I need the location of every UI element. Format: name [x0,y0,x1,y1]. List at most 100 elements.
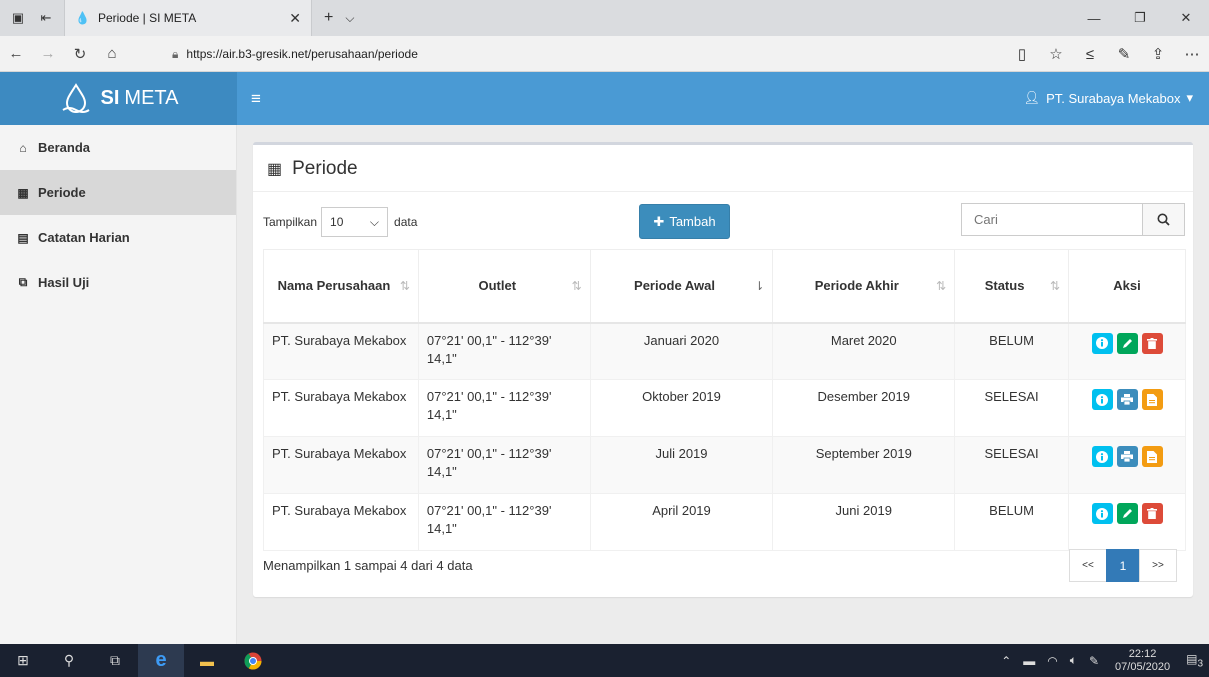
tab-close-icon[interactable]: ✕ [289,10,301,27]
length-prefix: Tampilkan [263,215,318,229]
favorite-star-icon[interactable]: ☆ [1039,45,1073,63]
search-button[interactable] [1142,203,1185,236]
pager-next[interactable]: >> [1139,549,1177,582]
address-actions: ▯ ☆ ≤ ✎ ⇪ ⋯ [1005,36,1209,72]
print-button[interactable] [1116,389,1138,410]
table-row: PT. Surabaya Mekabox 07°21' 00,1" - 112°… [263,379,1186,437]
info-button[interactable] [1091,389,1113,410]
more-icon[interactable]: ⋯ [1175,45,1209,63]
clock-time: 22:12 [1128,647,1157,660]
home-page-icon[interactable]: ⌂ [96,36,128,72]
reading-view-icon[interactable]: ▯ [1005,45,1039,63]
edit-button[interactable] [1116,503,1138,524]
table-info: Menampilkan 1 sampai 4 dari 4 data [263,558,473,573]
cell-end: Maret 2020 [772,322,956,380]
cell-actions [1068,436,1186,494]
volume-icon[interactable]: 🔈︎ [1070,653,1077,668]
cell-outlet: 07°21' 00,1" - 112°39' 14,1" [417,379,591,437]
cell-status: SELESAI [954,436,1070,494]
info-button[interactable] [1091,503,1113,524]
cell-actions [1068,379,1186,437]
pager-prev[interactable]: << [1069,549,1107,582]
col-label: Periode Akhir [814,278,899,294]
wifi-icon[interactable]: ◠ [1047,654,1057,668]
page-title-text: Periode [292,158,358,179]
user-menu[interactable]: 👤︎ PT. Surabaya Mekabox ▾ [1024,90,1193,106]
battery-icon[interactable]: ▬ [1023,654,1035,668]
new-tab-icon[interactable]: + [324,9,333,27]
app-brand[interactable]: SI META [0,72,237,125]
col-header-aksi: Aksi [1068,249,1186,324]
cell-status: BELUM [954,493,1070,551]
back-icon[interactable]: ← [0,36,32,72]
search-taskbar-icon[interactable]: ⚲ [46,644,92,677]
close-window-icon[interactable]: ✕ [1163,0,1209,36]
cell-end: Juni 2019 [772,493,956,551]
menu-toggle-icon[interactable]: ≡ [251,89,261,109]
notes-pen-icon[interactable]: ✎ [1107,45,1141,63]
tray-chevron-up-icon[interactable]: ⌃ [1001,654,1011,668]
top-navbar: ≡ 👤︎ PT. Surabaya Mekabox ▾ [237,72,1209,125]
info-button[interactable] [1091,332,1113,354]
favorites-hub-icon[interactable]: ≤ [1073,46,1107,63]
sidebar-item-label: Periode [38,185,86,200]
task-view-icon[interactable]: ⧉ [92,644,138,677]
tab-dropdown-icon[interactable]: ⌵ [345,11,354,26]
notification-icon[interactable]: ▤3 [1186,652,1203,669]
document-button[interactable] [1141,389,1163,410]
col-label: Status [984,278,1025,294]
col-header-outlet[interactable]: Outlet ⇅ [417,249,591,324]
search-input[interactable] [961,203,1143,236]
browser-tab[interactable]: 💧 Periode | SI META ✕ [64,0,312,36]
document-icon [1147,450,1157,463]
sidebar-item-catatan-harian[interactable]: ▤ Catatan Harian [0,215,236,260]
tab-preview-icon[interactable]: ▣ [8,8,28,28]
document-icon [1147,393,1157,406]
main-content: ▦ Periode Tampilkan 10 ⌵ data ✚ Tambah N… [237,125,1209,644]
print-button[interactable] [1116,446,1138,467]
col-label: Aksi [1113,278,1141,294]
sort-desc-icon: ⇂ [754,278,765,293]
cell-actions [1068,322,1186,380]
tab-back-icon[interactable]: ⇤ [36,8,56,28]
cell-company: PT. Surabaya Mekabox [263,493,419,551]
share-icon[interactable]: ⇪ [1141,45,1175,63]
refresh-icon[interactable]: ↻ [64,36,96,72]
col-header-periode-awal[interactable]: Periode Awal ⇂ [589,249,774,324]
sidebar-item-label: Hasil Uji [38,275,90,290]
chrome-icon[interactable] [230,644,276,677]
pager-page-1[interactable]: 1 [1106,549,1140,582]
edge-browser-icon[interactable]: e [138,644,184,677]
file-explorer-icon[interactable]: ▬ [184,644,230,677]
url-field[interactable]: 🔒︎ https://air.b3-gresik.net/perusahaan/… [172,42,1004,66]
page-length-control: Tampilkan 10 ⌵ data [263,207,417,237]
edit-button[interactable] [1116,332,1138,354]
sidebar-item-hasil-uji[interactable]: ⧉ Hasil Uji [0,260,236,305]
site-favicon-icon: 💧 [75,11,90,25]
col-header-periode-akhir[interactable]: Periode Akhir ⇅ [772,249,956,324]
document-button[interactable] [1141,446,1163,467]
water-drop-logo-icon [61,82,90,113]
delete-button[interactable] [1141,503,1163,524]
plus-icon: ✚ [653,213,665,229]
browser-tab-bar: ▣ ⇤ 💧 Periode | SI META ✕ + ⌵ — ❐ ✕ [0,0,1209,36]
sidebar-item-beranda[interactable]: ⌂ Beranda [0,125,236,170]
add-button[interactable]: ✚ Tambah [639,204,730,239]
pen-icon[interactable]: ✎ [1089,654,1099,668]
col-header-nama-perusahaan[interactable]: Nama Perusahaan ⇅ [263,249,419,324]
forward-icon[interactable]: → [32,36,64,72]
delete-button[interactable] [1141,332,1163,354]
add-button-label: Tambah [669,214,716,229]
minimize-icon[interactable]: — [1071,0,1117,36]
info-button[interactable] [1091,446,1113,467]
brand-meta: META [124,87,179,109]
clock[interactable]: 22:12 07/05/2020 [1115,648,1170,674]
windows-start-icon[interactable]: ⊞ [0,644,46,677]
cell-start: April 2019 [589,493,774,551]
col-label: Periode Awal [634,278,715,294]
col-header-status[interactable]: Status ⇅ [954,249,1070,324]
page-length-select[interactable]: 10 ⌵ [321,207,389,237]
table-header-row: Nama Perusahaan ⇅ Outlet ⇅ Periode Awal ⇂ P… [263,249,1186,324]
restore-icon[interactable]: ❐ [1117,0,1163,36]
sidebar-item-periode[interactable]: ▦ Periode [0,170,236,215]
